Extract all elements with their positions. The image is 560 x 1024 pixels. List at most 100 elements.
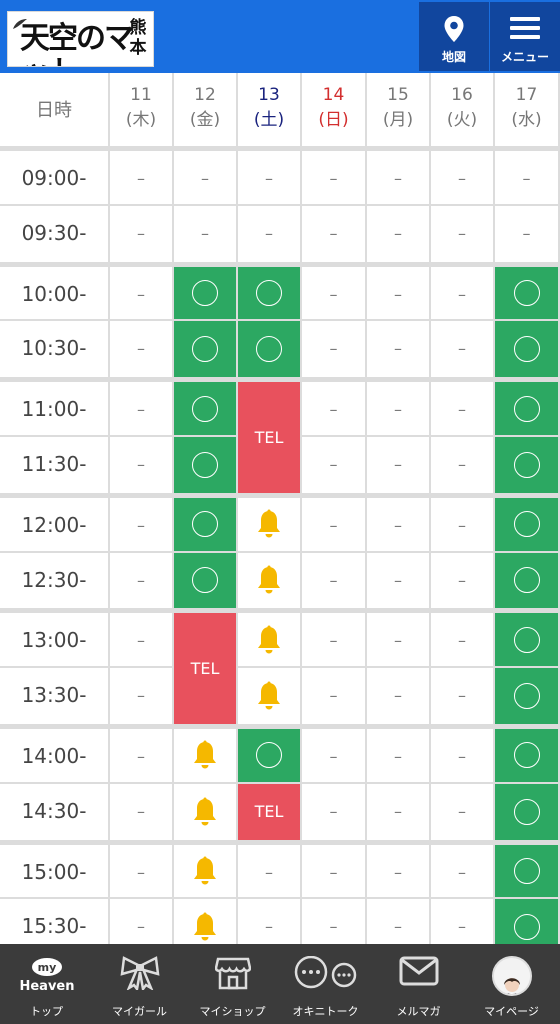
slot-available[interactable] xyxy=(174,321,238,380)
nav-item-label: トップ xyxy=(30,1005,63,1018)
day-header: 12 (金) xyxy=(174,73,238,148)
bell-icon xyxy=(258,565,280,594)
shop-icon xyxy=(214,957,251,990)
menu-button-label: メニュー xyxy=(500,50,549,64)
slot-unavailable: – xyxy=(431,610,495,669)
bell-icon xyxy=(194,912,216,941)
slot-notify[interactable] xyxy=(238,610,302,669)
slot-unavailable: – xyxy=(367,783,431,842)
bell-icon xyxy=(258,625,280,654)
day-header: 13 (土) xyxy=(238,73,302,148)
slot-tel[interactable]: TEL xyxy=(238,379,302,495)
time-label: 09:30- xyxy=(0,205,110,264)
slot-notify[interactable] xyxy=(174,841,238,900)
slot-available[interactable] xyxy=(495,610,560,669)
slot-tel[interactable]: TEL xyxy=(174,610,238,726)
time-label: 11:00- xyxy=(0,379,110,437)
slot-available[interactable] xyxy=(174,552,238,611)
slot-available[interactable] xyxy=(495,437,560,495)
day-header-text: 12 (金) xyxy=(174,73,236,133)
slot-unavailable: – xyxy=(110,321,174,380)
slot-available[interactable] xyxy=(238,726,302,784)
available-circle-icon xyxy=(513,567,540,594)
day-header-text: 16 (火) xyxy=(431,73,493,133)
slot-available[interactable] xyxy=(495,552,560,611)
slot-available[interactable] xyxy=(174,494,238,553)
slot-available[interactable] xyxy=(495,321,560,380)
nav-item-label: マイガール xyxy=(112,1005,167,1018)
nav-item-ribbon[interactable]: マイガール xyxy=(93,944,186,1024)
slot-unavailable: – xyxy=(302,263,367,322)
nav-item-chat[interactable]: オキニトーク xyxy=(279,944,372,1024)
slot-unavailable: – xyxy=(238,148,302,206)
slot-unavailable: – xyxy=(431,726,495,784)
nav-item-my-heaven[interactable]: my Heaven トップ xyxy=(0,944,93,1024)
map-button[interactable]: 地図 xyxy=(419,2,489,71)
schedule-page: 天空のマット 熊本 地図 メニュー 日時 11 (木) 12 (金) 13 (土) 14 (日)… xyxy=(0,0,560,1024)
slot-available[interactable] xyxy=(238,321,302,380)
slot-available[interactable] xyxy=(174,437,238,495)
slot-unavailable: – xyxy=(302,841,367,900)
day-header: 17 (水) xyxy=(495,73,560,148)
slot-unavailable: – xyxy=(110,148,174,206)
time-label: 13:00- xyxy=(0,610,110,669)
available-circle-icon xyxy=(192,336,218,363)
day-weekday: (土) xyxy=(253,110,285,130)
nav-item-mail[interactable]: メルマガ xyxy=(372,944,465,1024)
slot-unavailable: – xyxy=(431,494,495,553)
slot-notify[interactable] xyxy=(238,552,302,611)
available-circle-icon xyxy=(192,279,218,306)
slot-notify[interactable] xyxy=(238,668,302,726)
nav-item-avatar[interactable]: マイページ xyxy=(465,944,558,1024)
available-circle-icon xyxy=(513,395,540,422)
slot-available[interactable] xyxy=(495,783,560,842)
nav-item-shop[interactable]: マイショップ xyxy=(186,944,279,1024)
bell-icon xyxy=(258,509,280,538)
slot-unavailable: – xyxy=(302,437,367,495)
time-label: 10:00- xyxy=(0,263,110,322)
nav-item-label: オキニトーク xyxy=(292,1005,359,1018)
shop-logo[interactable]: 天空のマット 熊本 xyxy=(7,11,154,67)
slot-unavailable: – xyxy=(238,841,302,900)
slot-available[interactable] xyxy=(238,263,302,322)
day-weekday: (日) xyxy=(318,110,349,130)
slot-unavailable: – xyxy=(431,552,495,611)
slot-available[interactable] xyxy=(495,263,560,322)
slot-available[interactable] xyxy=(174,263,238,322)
available-circle-icon xyxy=(513,451,540,478)
available-circle-icon xyxy=(513,336,540,363)
bell-icon xyxy=(194,740,216,769)
day-weekday: (水) xyxy=(511,110,542,130)
time-label: 09:00- xyxy=(0,148,110,206)
available-circle-icon xyxy=(192,451,218,478)
available-circle-icon xyxy=(513,914,540,941)
menu-button[interactable]: メニュー xyxy=(490,2,560,71)
slot-unavailable: – xyxy=(367,263,431,322)
slot-unavailable: – xyxy=(495,205,560,264)
day-header-text: 13 (土) xyxy=(238,73,300,133)
slot-available[interactable] xyxy=(495,494,560,553)
available-circle-icon xyxy=(513,626,540,653)
slot-available[interactable] xyxy=(174,379,238,437)
slot-available[interactable] xyxy=(495,668,560,726)
day-header-text: 11 (木) xyxy=(110,73,172,133)
slot-unavailable: – xyxy=(367,726,431,784)
available-circle-icon xyxy=(513,279,540,306)
slot-available[interactable] xyxy=(495,726,560,784)
slot-available[interactable] xyxy=(495,841,560,900)
tel-label: TEL xyxy=(254,802,284,822)
slot-notify[interactable] xyxy=(238,494,302,553)
bell-icon xyxy=(258,681,280,710)
slot-available[interactable] xyxy=(495,379,560,437)
slot-unavailable: – xyxy=(110,263,174,322)
slot-tel[interactable]: TEL xyxy=(238,783,302,842)
day-date: 11 xyxy=(130,85,152,105)
map-button-label: 地図 xyxy=(441,50,466,64)
slot-unavailable: – xyxy=(302,783,367,842)
slot-unavailable: – xyxy=(367,321,431,380)
slot-unavailable: – xyxy=(110,552,174,611)
slot-unavailable: – xyxy=(431,148,495,206)
slot-notify[interactable] xyxy=(174,726,238,784)
slot-notify[interactable] xyxy=(174,783,238,842)
slot-unavailable: – xyxy=(110,726,174,784)
